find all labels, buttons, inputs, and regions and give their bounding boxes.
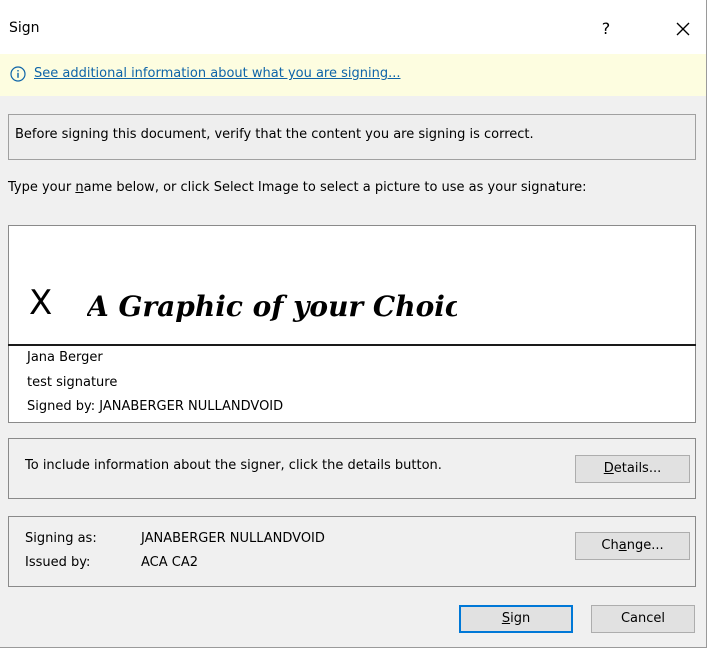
change-accel: a (618, 538, 627, 553)
type-name-label-part: Type your (8, 180, 76, 195)
signer-title: test signature (27, 375, 118, 390)
info-icon (10, 66, 26, 82)
close-icon (676, 22, 690, 36)
dialog-title: Sign (9, 20, 40, 36)
close-button[interactable] (668, 16, 698, 42)
signer-name: Jana Berger (27, 350, 103, 365)
sign-button-label: ign (510, 611, 531, 626)
signature-x-mark: X (29, 283, 53, 323)
signing-as-value: JANABERGER NULLANDVOID (141, 531, 325, 546)
change-button[interactable]: Change... (575, 532, 690, 560)
info-bar: See additional information about what yo… (0, 54, 706, 96)
help-button[interactable]: ? (591, 16, 621, 42)
change-label-rest: nge... (626, 538, 664, 553)
details-button[interactable]: Details... (575, 455, 690, 483)
details-accel: D (603, 461, 614, 476)
signature-graphic: A Graphic of your Choice (87, 290, 457, 323)
signed-by: Signed by: JANABERGER NULLANDVOID (27, 399, 284, 414)
type-name-label-rest: ame below, or click Select Image to sele… (83, 180, 587, 195)
verify-message-box: Before signing this document, verify tha… (8, 114, 696, 160)
type-name-accel: n (75, 180, 84, 195)
issued-by-value: ACA CA2 (141, 555, 199, 570)
change-label-part: Ch (601, 538, 619, 553)
verify-message: Before signing this document, verify tha… (15, 127, 534, 142)
details-button-label: etails... (613, 461, 662, 476)
sign-accel: S (501, 611, 511, 626)
sign-button[interactable]: Sign (459, 605, 573, 633)
additional-info-link[interactable]: See additional information about what yo… (34, 66, 401, 81)
signer-info-box: Jana Berger test signature Signed by: JA… (8, 346, 696, 423)
signing-as-label: Signing as: (25, 531, 97, 546)
sign-dialog: Sign ? See additional information about … (0, 0, 707, 648)
type-name-label: Type your name below, or click Select Im… (8, 180, 698, 195)
cancel-button[interactable]: Cancel (591, 605, 695, 633)
details-text: To include information about the signer,… (25, 458, 442, 473)
issued-by-label: Issued by: (25, 555, 91, 570)
signature-graphic-text: A Graphic of your Choice (87, 290, 457, 323)
title-bar: Sign ? (0, 0, 706, 54)
